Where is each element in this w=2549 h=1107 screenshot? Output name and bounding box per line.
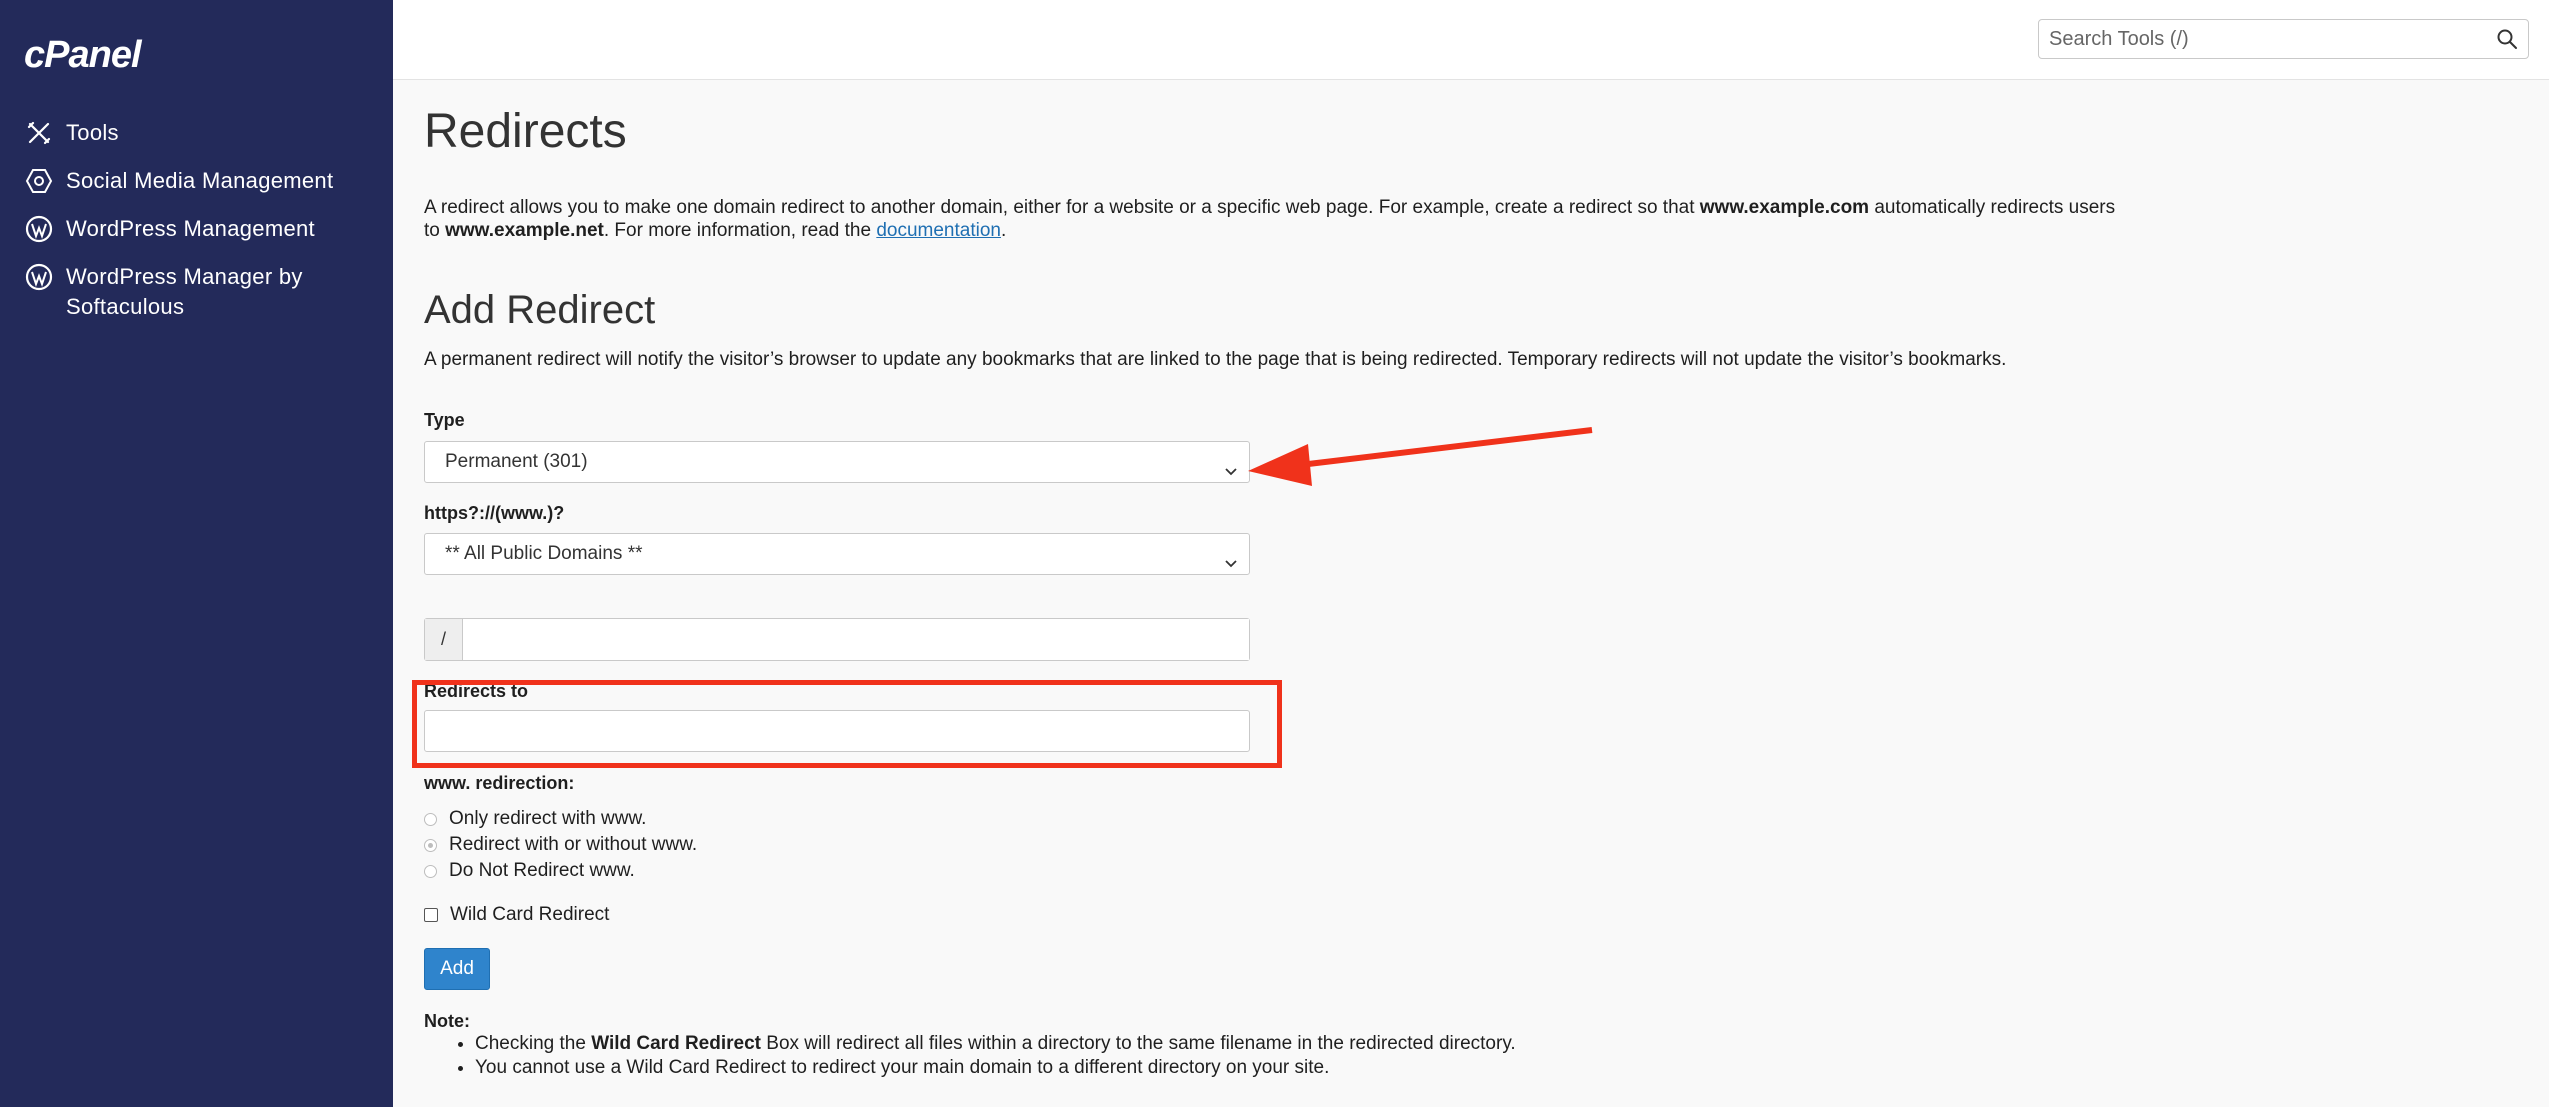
path-prefix: /	[425, 619, 463, 660]
domain-label: https?://(www.)?	[424, 503, 565, 523]
wordpress-icon	[24, 262, 54, 292]
redirects-to-label: Redirects to	[424, 681, 529, 701]
cpanel-logo[interactable]: cPanel	[24, 34, 142, 77]
sidebar-item-label: Tools	[66, 120, 119, 145]
radio-label: Redirect with or without www.	[449, 834, 698, 855]
wordpress-icon	[24, 214, 54, 244]
redirects-to-input[interactable]	[424, 710, 1250, 752]
add-redirect-description: A permanent redirect will notify the vis…	[424, 349, 2007, 370]
annotation-arrow	[1248, 427, 1593, 486]
sidebar: cPanel Tools Social Media Management Wor…	[0, 0, 393, 1107]
example-domain-from: www.example.com	[1699, 197, 1870, 218]
note-text: Checking the	[475, 1033, 592, 1054]
path-input[interactable]	[463, 619, 1249, 660]
top-bar	[393, 0, 2549, 80]
wildcard-label: Wild Card Redirect	[450, 904, 610, 925]
note-title: Note:	[424, 1011, 470, 1031]
sidebar-item-label: WordPress Manager by Softaculous	[66, 264, 303, 319]
type-select[interactable]: Permanent (301)	[424, 441, 1250, 483]
note-bold: Wild Card Redirect	[591, 1033, 761, 1054]
www-redirection-label: www. redirection:	[424, 773, 575, 793]
add-button[interactable]: Add	[424, 948, 490, 990]
radio-label: Only redirect with www.	[449, 808, 647, 829]
sidebar-item-label: Social Media Management	[66, 168, 334, 193]
radio-with-or-without-www[interactable]: Redirect with or without www.	[424, 834, 697, 856]
type-select-value: Permanent (301)	[445, 451, 588, 472]
domain-select-value: ** All Public Domains **	[445, 543, 643, 564]
intro-text-part: . For more information, read the	[603, 220, 877, 241]
note-item: You cannot use a Wild Card Redirect to r…	[475, 1056, 1516, 1080]
sidebar-item-label: WordPress Management	[66, 216, 315, 241]
add-redirect-heading: Add Redirect	[424, 288, 656, 332]
wildcard-checkbox[interactable]	[424, 908, 438, 922]
radio-do-not-redirect-www[interactable]: Do Not Redirect www.	[424, 860, 635, 882]
sidebar-nav: Tools Social Media Management WordPress …	[0, 118, 393, 340]
chevron-down-icon	[1223, 546, 1239, 586]
documentation-link[interactable]: documentation	[876, 220, 1001, 241]
radio-button[interactable]	[424, 812, 437, 826]
search-icon[interactable]	[2496, 28, 2518, 55]
page-title: Redirects	[424, 105, 627, 158]
search-input[interactable]	[2039, 20, 2479, 58]
sidebar-item-social-media[interactable]: Social Media Management	[0, 166, 393, 196]
radio-label: Do Not Redirect www.	[449, 860, 635, 881]
example-domain-to: www.example.net	[445, 220, 604, 241]
radio-button[interactable]	[424, 838, 437, 852]
intro-text: A redirect allows you to make one domain…	[424, 196, 2124, 242]
social-media-icon	[24, 166, 54, 196]
type-label: Type	[424, 410, 465, 430]
chevron-down-icon	[1223, 454, 1239, 494]
note-list: Checking the Wild Card Redirect Box will…	[424, 1032, 1516, 1080]
domain-select[interactable]: ** All Public Domains **	[424, 533, 1250, 575]
radio-only-with-www[interactable]: Only redirect with www.	[424, 808, 646, 830]
note-item: Checking the Wild Card Redirect Box will…	[475, 1032, 1516, 1056]
intro-text-part: .	[1000, 220, 1007, 241]
note-text: Box will redirect all files within a dir…	[761, 1033, 1516, 1054]
sidebar-item-tools[interactable]: Tools	[0, 118, 393, 148]
sidebar-item-wordpress-management[interactable]: WordPress Management	[0, 214, 393, 244]
search-box[interactable]	[2038, 19, 2529, 59]
intro-text-part: A redirect allows you to make one domain…	[424, 197, 1700, 218]
sidebar-item-wordpress-manager-softaculous[interactable]: WordPress Manager by Softaculous	[0, 262, 393, 322]
path-input-group: /	[424, 618, 1250, 661]
tools-icon	[24, 118, 54, 148]
wildcard-redirect-row[interactable]: Wild Card Redirect	[424, 904, 609, 926]
radio-button[interactable]	[424, 864, 437, 878]
